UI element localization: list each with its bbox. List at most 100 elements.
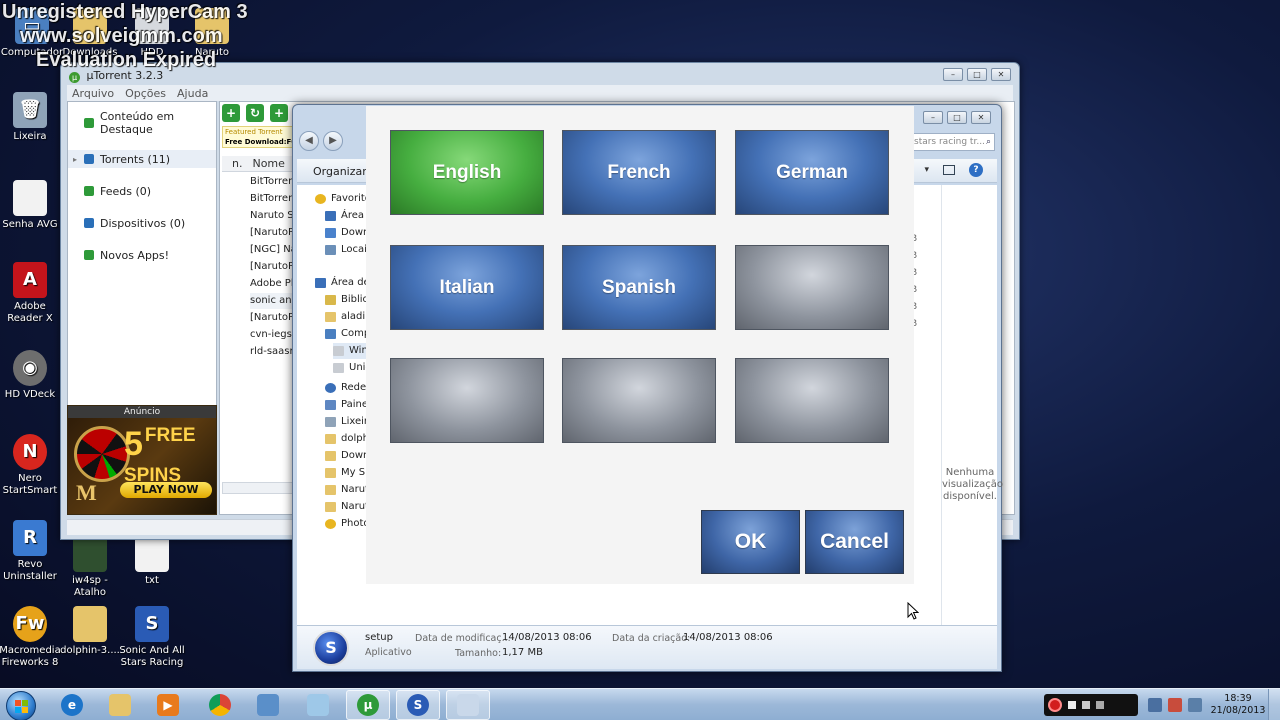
sidebar-item-apps[interactable]: Novos Apps! xyxy=(68,246,216,264)
maximize-icon[interactable]: □ xyxy=(967,68,987,81)
desktop-icon-hdd[interactable]: HDD xyxy=(120,8,184,59)
column-name[interactable]: Nome xyxy=(252,157,284,170)
desktop-icon-downloads[interactable]: Downloads xyxy=(58,8,122,59)
nav-item[interactable]: Comp xyxy=(325,326,367,342)
desktop-icon-sonic[interactable]: S Sonic And All Stars Racing xyxy=(118,606,186,669)
nav-item[interactable]: Unid xyxy=(333,360,367,376)
desktop-icon-nero[interactable]: N Nero StartSmart xyxy=(0,434,62,497)
desktop-icon-adobe-reader[interactable]: A Adobe Reader X xyxy=(0,262,62,325)
hypercam-recorder-controls[interactable] xyxy=(1044,694,1138,716)
forward-icon[interactable]: ▶ xyxy=(323,131,343,151)
taskbar-app-generic[interactable] xyxy=(246,690,290,720)
minimize-icon[interactable]: – xyxy=(923,111,943,124)
table-row[interactable]: Adobe Ph xyxy=(250,276,296,292)
desktop-icon-dolphin[interactable]: dolphin-3.... xyxy=(58,606,122,657)
table-row[interactable]: [NarutoPl xyxy=(250,225,296,241)
back-icon[interactable]: ◀ xyxy=(299,131,319,151)
settings-icon[interactable] xyxy=(1096,701,1104,709)
table-row[interactable]: sonic and xyxy=(250,293,296,309)
nav-item[interactable]: dolphi xyxy=(325,431,367,447)
nav-item[interactable]: Rede xyxy=(325,380,366,396)
table-row[interactable]: BitTorrent xyxy=(250,174,296,190)
table-row[interactable]: cvn-iegs20 xyxy=(250,327,296,343)
taskbar-app-ie[interactable]: e xyxy=(50,690,94,720)
desktop-icon-hd-vdeck[interactable]: ◉ HD VDeck xyxy=(0,350,62,401)
add-url-icon[interactable]: ↻ xyxy=(246,104,264,122)
nav-item[interactable]: Lixeira xyxy=(325,414,367,430)
nav-item[interactable]: Favoritos xyxy=(315,191,367,207)
nav-item[interactable]: Área de xyxy=(325,208,367,224)
horizontal-scrollbar[interactable] xyxy=(222,482,298,494)
nav-item[interactable]: Naruto xyxy=(325,482,367,498)
nav-item[interactable]: Win7 xyxy=(333,343,367,359)
language-italian-button[interactable]: Italian xyxy=(390,245,544,330)
pause-icon[interactable] xyxy=(1082,701,1090,709)
featured-torrent-bar[interactable]: Featured Torrent Free Download:FC xyxy=(222,126,298,148)
taskbar-app-media-player[interactable]: ▶ xyxy=(146,690,190,720)
sidebar-item-torrents[interactable]: ▸ Torrents (11) xyxy=(68,150,216,168)
desktop-icon-revo[interactable]: R Revo Uninstaller xyxy=(0,520,62,583)
create-torrent-icon[interactable]: + xyxy=(270,104,288,122)
ad-play-now-button[interactable]: PLAY NOW xyxy=(120,482,212,498)
desktop-icon-txt[interactable]: txt xyxy=(120,536,184,587)
nav-item[interactable]: Locais xyxy=(325,242,367,258)
taskbar-app-explorer[interactable] xyxy=(98,690,142,720)
sidebar-item-devices[interactable]: Dispositivos (0) xyxy=(68,214,216,232)
close-icon[interactable]: ✕ xyxy=(991,68,1011,81)
view-options-icon[interactable]: ▾ xyxy=(924,165,929,175)
utorrent-ad-banner[interactable]: Anúncio 5 FREE SPINS M PLAY NOW xyxy=(67,405,217,515)
sidebar-item-featured[interactable]: Conteúdo em Destaque xyxy=(68,110,216,136)
language-english-button[interactable]: English xyxy=(390,130,544,215)
network-icon[interactable] xyxy=(1188,698,1202,712)
nav-item[interactable]: My Sh xyxy=(325,465,367,481)
search-icon[interactable]: ⌕ xyxy=(986,134,991,150)
volume-icon[interactable] xyxy=(1148,698,1162,712)
nav-item[interactable]: Photos xyxy=(325,516,367,532)
desktop-icon-fireworks[interactable]: Fw Macromedia Fireworks 8 xyxy=(0,606,62,669)
taskbar-app-chrome[interactable] xyxy=(198,690,242,720)
desktop-icon-iw4sp[interactable]: iw4sp - Atalho xyxy=(58,536,122,599)
help-icon[interactable]: ? xyxy=(969,163,983,177)
clock[interactable]: 18:39 21/08/2013 xyxy=(1208,693,1268,717)
table-row[interactable]: Naruto Sh xyxy=(250,208,296,224)
explorer-search-input[interactable]: stars racing tr... ⌕ xyxy=(909,133,995,151)
table-row[interactable]: BitTorrent xyxy=(250,191,296,207)
expand-arrow-icon[interactable]: ▸ xyxy=(73,155,77,164)
table-row[interactable]: [NarutoPl xyxy=(250,259,296,275)
stop-icon[interactable] xyxy=(1068,701,1076,709)
nav-item[interactable]: Bibliot xyxy=(325,292,367,308)
nav-item[interactable]: Naruto xyxy=(325,499,367,515)
desktop-icon-recycle-bin[interactable]: 🗑 Lixeira xyxy=(0,92,62,143)
taskbar-app-sonic[interactable]: S xyxy=(396,690,440,720)
nav-item[interactable]: aladim xyxy=(325,309,367,325)
nav-item[interactable]: Área de xyxy=(315,275,367,291)
menu-opcoes[interactable]: Opções xyxy=(125,87,166,100)
menu-arquivo[interactable]: Arquivo xyxy=(72,87,114,100)
minimize-icon[interactable]: – xyxy=(943,68,963,81)
record-icon[interactable] xyxy=(1048,698,1062,712)
desktop-icon-computer[interactable]: ▭ Computador xyxy=(0,8,64,59)
column-number[interactable]: n. xyxy=(232,157,242,170)
nav-item[interactable]: Downl xyxy=(325,225,367,241)
maximize-icon[interactable]: □ xyxy=(947,111,967,124)
start-button[interactable] xyxy=(6,691,36,720)
cancel-button[interactable]: Cancel xyxy=(805,510,904,574)
taskbar-app-installer[interactable] xyxy=(446,690,490,720)
language-spanish-button[interactable]: Spanish xyxy=(562,245,716,330)
table-row[interactable]: [NGC] Na xyxy=(250,242,296,258)
menu-ajuda[interactable]: Ajuda xyxy=(177,87,208,100)
flag-icon[interactable] xyxy=(1168,698,1182,712)
preview-pane-icon[interactable] xyxy=(943,165,955,175)
close-icon[interactable]: ✕ xyxy=(971,111,991,124)
desktop-icon-naruto[interactable]: Naruto xyxy=(180,8,244,59)
language-german-button[interactable]: German xyxy=(735,130,889,215)
ok-button[interactable]: OK xyxy=(701,510,800,574)
table-row[interactable]: rld-saasrt. xyxy=(250,344,296,360)
taskbar-app-window[interactable] xyxy=(296,690,340,720)
taskbar-app-utorrent[interactable]: µ xyxy=(346,690,390,720)
table-row[interactable]: [NarutoPl xyxy=(250,310,296,326)
sidebar-item-feeds[interactable]: Feeds (0) xyxy=(68,182,216,200)
language-french-button[interactable]: French xyxy=(562,130,716,215)
nav-item[interactable]: Downl xyxy=(325,448,367,464)
add-torrent-icon[interactable]: + xyxy=(222,104,240,122)
